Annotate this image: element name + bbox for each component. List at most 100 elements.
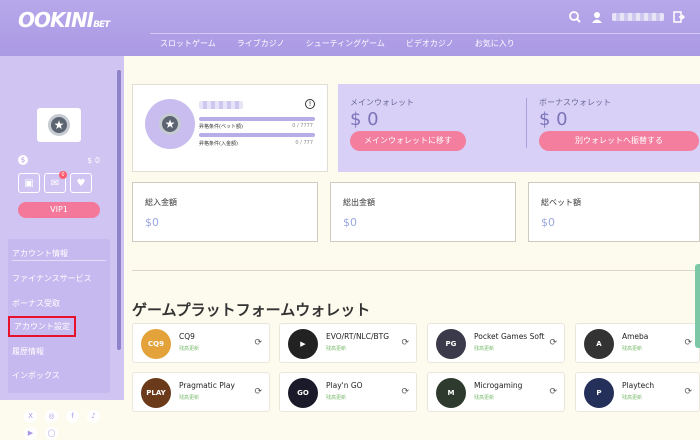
total-deposit-card: 総入金額 $0 [132,182,318,242]
game-logo-icon: P [584,378,614,408]
menu-bonus[interactable]: ボーナス受取 [12,298,60,309]
game-name: Pragmatic Play [179,381,235,390]
main-wallet-value: $ 0 [350,109,379,130]
game-name: Playtech [622,381,655,390]
avatar: ★ [37,108,81,142]
sidebar-balance: $ $ 0 [18,155,100,165]
game-logo-icon: CQ9 [141,329,171,359]
vip-button[interactable]: VIP1 [18,202,100,218]
wallet-panel: メインウォレット $ 0 メインウォレットに移す ボーナスウォレット $ 0 別… [338,84,700,172]
game-logo-icon: ▶ [288,329,318,359]
balance-update-link[interactable]: 残高更新 [474,345,494,352]
bonus-wallet-value: $ 0 [539,109,568,130]
medal-icon: ★ [159,113,181,135]
social-links: X ◎ f ♪ ▶ ◯ [24,410,100,440]
game-card: GO Play'n GO 残高更新 ⟳ [279,372,417,412]
game-name: Pocket Games Soft [474,332,545,341]
header-icons [568,10,686,24]
game-logo-icon: M [436,378,466,408]
mail-badge: 0 [59,171,67,179]
refresh-icon[interactable]: ⟳ [401,338,409,348]
tiktok-icon[interactable]: ♪ [87,410,100,423]
menu-divider [12,260,106,261]
header: OOKINIBET スロットゲーム ライブカジノ シューティングゲーム ビデオカ… [0,0,700,56]
refresh-icon[interactable]: ⟳ [401,387,409,397]
game-card: PG Pocket Games Soft 残高更新 ⟳ [427,323,565,363]
refresh-icon[interactable]: ⟳ [254,387,262,397]
nav-shooting[interactable]: シューティングゲーム [306,38,385,49]
balance-update-link[interactable]: 残高更新 [622,345,642,352]
game-name: Ameba [622,332,649,341]
search-icon[interactable] [568,10,582,24]
game-name: CQ9 [179,332,195,341]
nav-favorites[interactable]: お気に入り [475,38,515,49]
menu-title: アカウント情報 [12,249,68,258]
balance-update-link[interactable]: 残高更新 [326,345,346,352]
logo[interactable]: OOKINIBET [18,8,110,32]
sidebar: ★ $ $ 0 ▣ ✉ 0 ♥ VIP1 アカウント情報 ファイナンスサービス ボ… [0,56,124,440]
youtube-icon[interactable]: ▶ [24,427,37,440]
coin-icon: $ [18,155,28,165]
progress-deposit-value: 0 / 777 [295,140,313,146]
username-masked [199,101,243,111]
menu-history[interactable]: 履歴情報 [12,346,44,357]
medal-icon: ★ [48,114,70,136]
game-logo-icon: GO [288,378,318,408]
total-bet-card: 総ベット額 $0 [528,182,700,242]
top-nav: スロットゲーム ライブカジノ シューティングゲーム ビデオカジノ お気に入り [160,38,536,49]
progress-bet-label: 昇格条件(ベット額) [199,124,243,130]
game-card: PLAY Pragmatic Play 残高更新 ⟳ [132,372,270,412]
progress-bet-value: 0 / 7777 [292,123,313,129]
wallet-divider [526,98,527,148]
user-icon[interactable] [590,10,604,24]
menu-inbox[interactable]: インボックス [12,370,60,381]
total-withdraw-card: 総出金額 $0 [330,182,516,242]
menu-finance[interactable]: ファイナンスサービス [12,273,92,284]
sidebar-scrollbar[interactable] [117,70,121,350]
mail-icon[interactable]: ✉ 0 [44,171,67,193]
facebook-icon[interactable]: f [66,410,79,423]
game-logo-icon: PG [436,329,466,359]
section-title: ゲームプラットフォームウォレット [132,301,371,319]
line-icon[interactable]: ◯ [45,427,58,440]
account-menu: アカウント情報 ファイナンスサービス ボーナス受取 アカウント設定 履歴情報 イ… [8,239,110,393]
nav-video-casino[interactable]: ビデオカジノ [406,38,454,49]
section-divider [132,270,700,271]
game-card: P Playtech 残高更新 ⟳ [575,372,700,412]
gift-icon[interactable]: ▣ [18,173,40,193]
refresh-icon[interactable]: ⟳ [684,387,692,397]
refresh-icon[interactable]: ⟳ [549,338,557,348]
refresh-icon[interactable]: ⟳ [254,338,262,348]
progress-deposit [199,133,315,137]
profile-avatar: ★ [145,99,195,149]
heart-icon[interactable]: ♥ [70,173,92,193]
progress-bet [199,117,315,121]
instagram-icon[interactable]: ◎ [45,410,58,423]
nav-slot[interactable]: スロットゲーム [160,38,216,49]
game-card: A Ameba 残高更新 ⟳ [575,323,700,363]
game-logo-icon: A [584,329,614,359]
game-card: CQ9 CQ9 残高更新 ⟳ [132,323,270,363]
main-wallet-label: メインウォレット [350,98,414,107]
profile-card: ★ ! 昇格条件(ベット額) 0 / 7777 昇格条件(入金額) 0 / 77… [132,84,328,172]
progress-deposit-label: 昇格条件(入金額) [199,141,238,147]
logout-icon[interactable] [672,10,686,24]
refresh-icon[interactable]: ⟳ [549,387,557,397]
refresh-icon[interactable]: ⟳ [684,338,692,348]
game-name: Play'n GO [326,381,363,390]
transfer-button[interactable]: 別ウォレットへ振替する [539,131,699,151]
game-name: EVO/RT/NLC/BTG [326,332,390,341]
x-icon[interactable]: X [24,410,37,423]
nav-divider [150,33,700,34]
side-tab[interactable] [695,264,700,348]
nav-live-casino[interactable]: ライブカジノ [237,38,285,49]
game-card: ▶ EVO/RT/NLC/BTG 残高更新 ⟳ [279,323,417,363]
game-name: Microgaming [474,381,523,390]
menu-account-settings[interactable]: アカウント設定 [8,316,76,337]
bonus-wallet-label: ボーナスウォレット [539,98,611,107]
balance-update-link[interactable]: 残高更新 [179,345,199,352]
move-to-main-button[interactable]: メインウォレットに移す [350,131,466,151]
game-logo-icon: PLAY [141,378,171,408]
info-icon[interactable]: ! [305,99,315,109]
username-masked [612,13,664,21]
